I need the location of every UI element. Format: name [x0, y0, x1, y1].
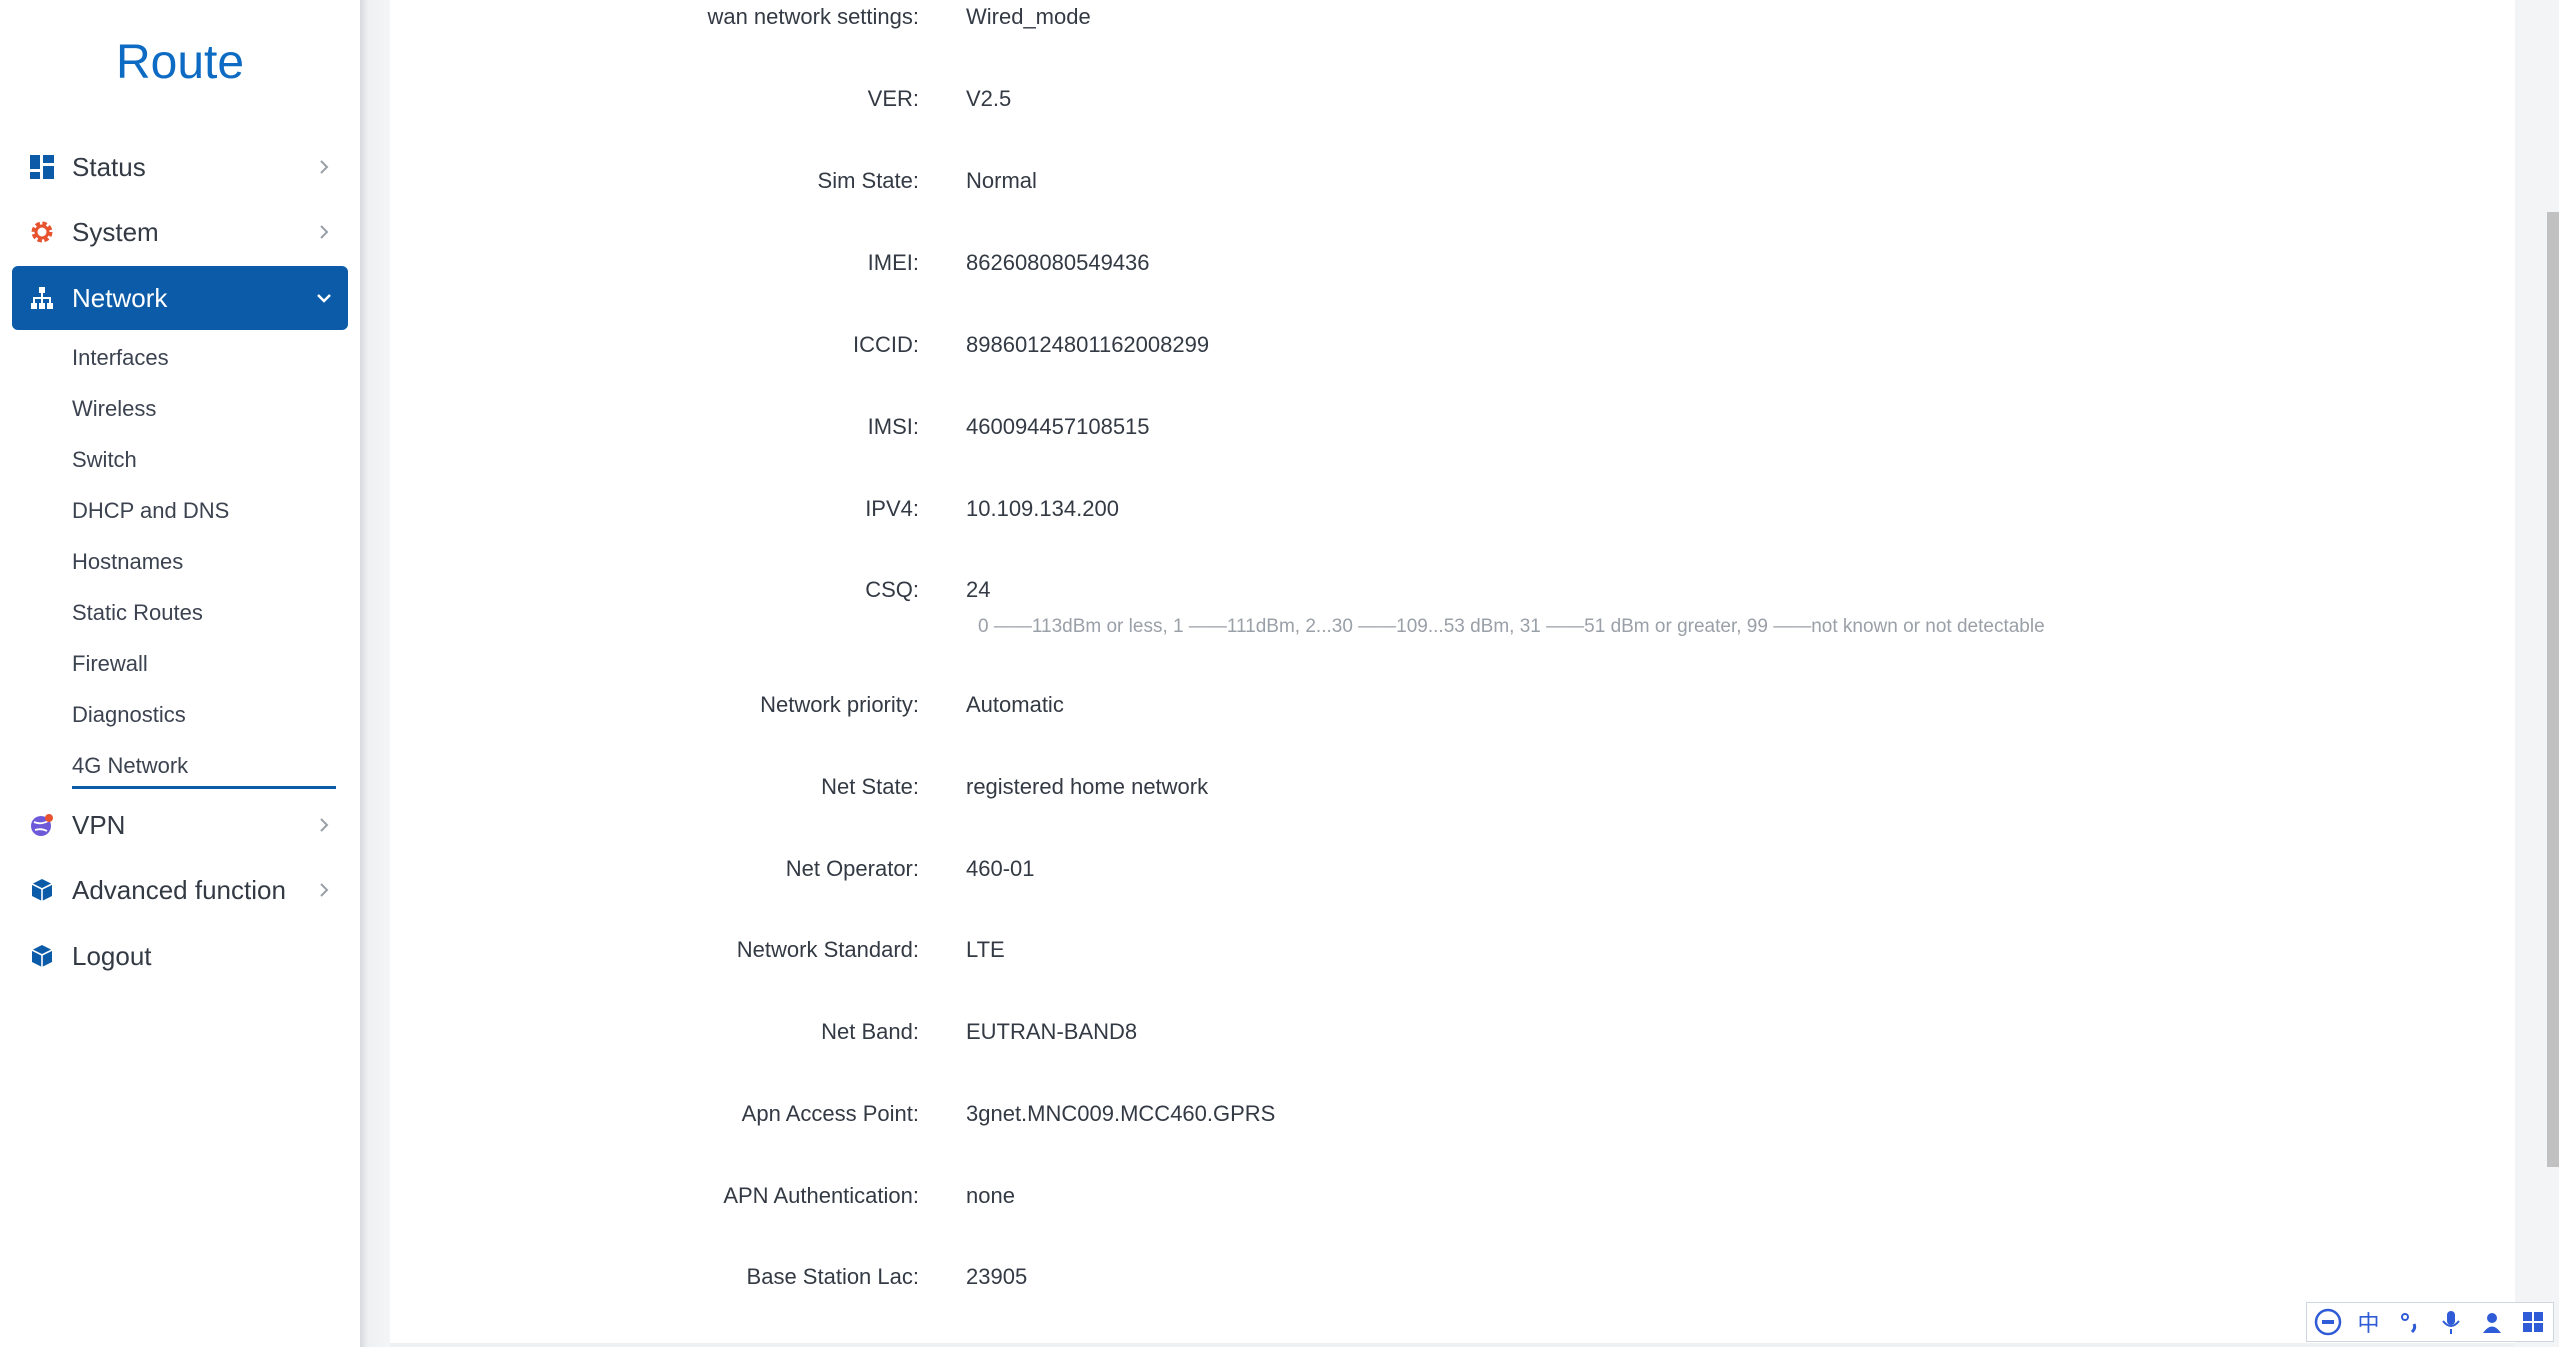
sub-item-switch[interactable]: Switch	[72, 447, 137, 473]
sidebar-item-status[interactable]: Status	[12, 135, 348, 199]
network-priority-label: Network priority:	[760, 692, 919, 717]
chevron-right-icon	[316, 224, 332, 240]
content-bottom-edge	[390, 1343, 2515, 1347]
network-standard-value: LTE	[966, 937, 1005, 962]
ipv4-label: IPV4:	[865, 496, 919, 521]
sim-state-value: Normal	[966, 168, 1037, 193]
sidebar-item-label: Network	[72, 282, 168, 313]
sub-item-diagnostics[interactable]: Diagnostics	[72, 702, 186, 728]
csq-hint-text: 0 ——113dBm or less, 1 ——111dBm, 2...30 —…	[978, 616, 2045, 637]
iccid-value: 89860124801162008299	[966, 332, 1210, 357]
chevron-right-icon	[316, 817, 332, 833]
ifly-logo-icon[interactable]	[2313, 1307, 2343, 1337]
imsi-value: 460094457108515	[966, 414, 1150, 439]
network-icon	[29, 285, 55, 311]
sidebar-item-advanced-function[interactable]: Advanced function	[12, 858, 348, 922]
wan-settings-value: Wired_mode	[966, 4, 1091, 29]
net-state-label: Net State:	[821, 774, 919, 799]
sidebar-item-label: Advanced function	[72, 874, 286, 905]
net-operator-label: Net Operator:	[785, 856, 919, 881]
sim-state-label: Sim State:	[817, 168, 919, 193]
wan-settings-label: wan network settings:	[707, 4, 919, 29]
chevron-down-icon	[316, 290, 332, 306]
csq-label: CSQ:	[865, 577, 919, 602]
chevron-right-icon	[316, 882, 332, 898]
csq-value: 24	[966, 577, 991, 602]
base-station-lac-value: 23905	[966, 1264, 1028, 1289]
microphone-icon[interactable]	[2436, 1307, 2466, 1337]
cube-icon	[29, 943, 55, 969]
sub-item-4g-network[interactable]: 4G Network	[72, 753, 188, 779]
sidebar-item-logout[interactable]: Logout	[12, 924, 348, 988]
iccid-label: ICCID:	[853, 332, 919, 357]
sidebar-item-system[interactable]: System	[12, 200, 348, 264]
globe-icon	[29, 812, 55, 838]
active-subitem-underline	[72, 786, 336, 789]
base-station-lac-label: Base Station Lac:	[746, 1264, 919, 1289]
user-icon[interactable]	[2477, 1307, 2507, 1337]
gear-icon	[29, 219, 55, 245]
net-state-value: registered home network	[966, 774, 1209, 799]
ime-toolbar: 中	[2306, 1302, 2554, 1342]
dashboard-icon	[29, 154, 55, 180]
sidebar-item-vpn[interactable]: VPN	[12, 793, 348, 857]
sidebar-item-network[interactable]: Network	[12, 266, 348, 330]
sidebar-item-label: VPN	[72, 809, 126, 840]
sidebar-item-label: Logout	[72, 940, 152, 971]
sub-item-firewall[interactable]: Firewall	[72, 651, 148, 677]
sub-item-interfaces[interactable]: Interfaces	[72, 345, 169, 371]
imei-label: IMEI:	[867, 250, 919, 275]
sidebar-item-label: Status	[72, 151, 146, 182]
net-band-label: Net Band:	[821, 1019, 919, 1044]
cube-icon	[29, 877, 55, 903]
chinese-mode-icon[interactable]: 中	[2354, 1307, 2384, 1337]
net-band-value: EUTRAN-BAND8	[966, 1019, 1138, 1044]
ver-label: VER:	[867, 86, 919, 111]
net-operator-value: 460-01	[966, 856, 1035, 881]
sidebar-item-label: System	[72, 216, 159, 247]
scrollbar-thumb[interactable]	[2547, 212, 2559, 1167]
sub-item-wireless[interactable]: Wireless	[72, 396, 156, 422]
network-standard-label: Network Standard:	[736, 937, 919, 962]
imei-value: 862608080549436	[966, 250, 1150, 275]
sub-item-hostnames[interactable]: Hostnames	[72, 549, 183, 575]
sub-item-static-routes[interactable]: Static Routes	[72, 600, 203, 626]
network-priority-value: Automatic	[966, 692, 1064, 717]
apn-authentication-value: none	[966, 1183, 1015, 1208]
apn-access-point-label: Apn Access Point:	[741, 1101, 919, 1126]
chevron-right-icon	[316, 159, 332, 175]
apps-grid-icon[interactable]	[2518, 1307, 2548, 1337]
punctuation-icon[interactable]	[2395, 1307, 2425, 1337]
sidebar-divider	[360, 0, 390, 1347]
ipv4-value: 10.109.134.200	[966, 496, 1119, 521]
ver-value: V2.5	[966, 86, 1012, 111]
apn-access-point-value: 3gnet.MNC009.MCC460.GPRS	[966, 1101, 1276, 1126]
apn-authentication-label: APN Authentication:	[723, 1183, 919, 1208]
brand-title: Route	[115, 36, 245, 89]
sidebar: Route Status System Network Interfaces W…	[0, 0, 360, 1347]
sub-item-dhcp-dns[interactable]: DHCP and DNS	[72, 498, 229, 524]
imsi-label: IMSI:	[867, 414, 919, 439]
